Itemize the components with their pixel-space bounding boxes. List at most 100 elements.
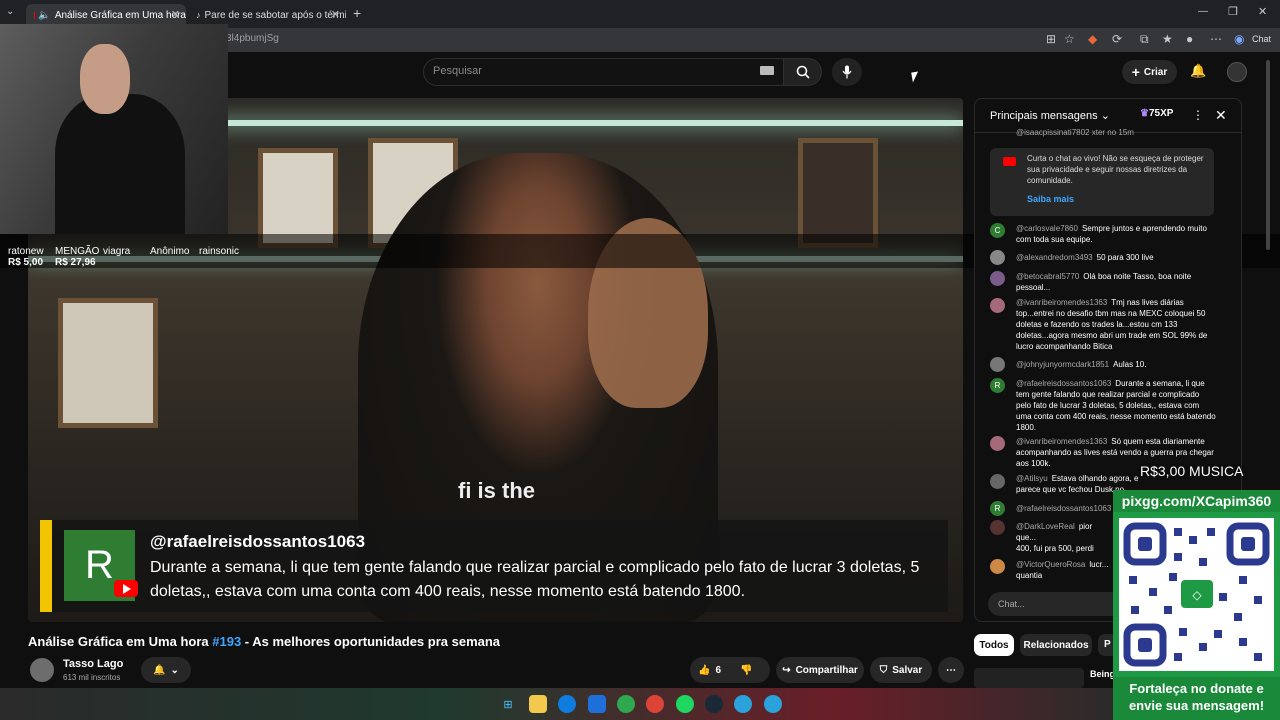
chat-message: @rafaelreisdossantos1063 Durante a semana… [1016, 378, 1216, 433]
chat-username[interactable]: @VictorQueroRosa [1016, 560, 1085, 569]
chat-avatar [990, 298, 1005, 313]
tab-pare-de-se-sabotar[interactable]: ♪ Pare de se sabotar após o términ ✕ [188, 4, 346, 26]
favorites-icon[interactable]: ★ [1162, 32, 1173, 46]
telegram-icon[interactable] [734, 695, 752, 713]
chat-username[interactable]: @ivanribeiromendes1363 [1016, 437, 1107, 446]
save-button[interactable]: ⛉ Salvar [870, 657, 932, 683]
more-icon[interactable]: ⋯ [1210, 32, 1222, 46]
bell-icon[interactable]: 🔔 [1190, 63, 1206, 79]
page-scrollbar[interactable] [1266, 60, 1270, 250]
chat-title: Principais mensagens [990, 110, 1098, 122]
chat-avatar: R [990, 378, 1005, 393]
url-text[interactable]: 3l4pbumjSg [226, 33, 279, 44]
edge-icon[interactable] [558, 695, 576, 713]
mic-icon [842, 65, 852, 79]
restore-icon[interactable]: ❐ [1228, 5, 1238, 18]
chat-username[interactable]: @alexandredom3493 [1016, 253, 1093, 262]
tab-analise[interactable]: 🔈 Análise Gráfica em Uma hora ✕ [26, 4, 186, 26]
xbox-icon[interactable] [617, 695, 635, 713]
chat-avatar [990, 271, 1005, 286]
favorite-star-icon[interactable]: ☆ [1064, 32, 1075, 46]
steam-icon[interactable] [705, 695, 723, 713]
extension-icon[interactable]: ◆ [1088, 32, 1097, 46]
chat-username[interactable]: @betocabral5770 [1016, 272, 1079, 281]
chat-button[interactable]: Chat [1252, 34, 1271, 44]
tab-relacionados[interactable]: Relacionados [1020, 634, 1092, 656]
svg-text:◇: ◇ [1192, 588, 1202, 602]
tab-label: Análise Gráfica em Uma hora [54, 9, 186, 21]
close-tab-icon[interactable]: ✕ [331, 8, 340, 21]
like-icon[interactable]: 👍 [698, 665, 710, 676]
chat-message: @rafaelreisdossantos1063 [1016, 503, 1111, 514]
split-screen-icon[interactable]: ⧉ [1140, 32, 1149, 47]
more-actions-button[interactable]: ⋯ [938, 657, 964, 683]
refresh-extension-icon[interactable]: ⟳ [1112, 32, 1122, 46]
outlook-icon[interactable] [588, 695, 606, 713]
title-hashtag[interactable]: #193 [212, 634, 241, 649]
chat-username[interactable]: @Atilsyu [1016, 474, 1048, 483]
close-tab-icon[interactable]: ✕ [171, 8, 180, 21]
account-avatar[interactable] [1227, 62, 1247, 82]
spotify-icon[interactable] [676, 695, 694, 713]
profile-icon[interactable]: ● [1186, 32, 1193, 46]
ticker-name: ratonew [8, 246, 44, 257]
related-title[interactable]: Being [1090, 669, 1115, 679]
chat-message: @carlosvale7860 Sempre juntos e aprendend… [1016, 223, 1216, 245]
notifications-button[interactable]: 🔔 ⌄ [141, 657, 191, 683]
search-button[interactable] [784, 58, 822, 86]
app-icon[interactable]: ⊞ [1046, 32, 1056, 46]
copilot-icon[interactable]: ◉ [1234, 32, 1244, 46]
youtube-logo-icon [114, 580, 138, 597]
chat-input[interactable]: Chat... [988, 592, 1128, 616]
tab-list-icon[interactable]: ⌄ [6, 6, 14, 17]
chat-username[interactable]: @carlosvale7860 [1016, 224, 1078, 233]
minimize-icon[interactable]: — [1198, 6, 1208, 17]
title-prefix: Análise Gráfica em Uma hora [28, 634, 213, 649]
telegram-icon[interactable] [764, 695, 782, 713]
chat-avatar [990, 520, 1005, 535]
subscriber-count: 613 mil inscritos [63, 673, 121, 682]
chat-mode-selector[interactable]: Principais mensagens ⌄ [990, 109, 1110, 122]
chrome-icon[interactable] [646, 695, 664, 713]
chat-avatar [990, 357, 1005, 372]
chat-username[interactable]: @DarkLoveReal [1016, 522, 1075, 531]
share-button[interactable]: ↪ Compartilhar [776, 657, 864, 683]
chat-avatar [990, 250, 1005, 265]
chat-username[interactable]: @johnyjunyormcdark1851 [1016, 360, 1109, 369]
folder-icon[interactable] [529, 695, 547, 713]
channel-avatar[interactable] [30, 658, 54, 682]
overlay-message: Durante a semana, li que tem gente falan… [150, 559, 920, 600]
chat-text: Aulas 10. [1113, 360, 1147, 369]
webcam-person-head [80, 44, 130, 114]
related-thumbnail[interactable] [974, 668, 1084, 688]
learn-more-link[interactable]: Saiba mais [1027, 194, 1074, 204]
tab-more[interactable]: P [1098, 634, 1114, 656]
ticker-name: rainsonic [199, 246, 240, 257]
chat-text: lucr... [1089, 560, 1109, 569]
xp-badge[interactable]: ♛75XP [1140, 108, 1173, 119]
voice-search-button[interactable] [832, 58, 862, 86]
chevron-down-icon: ⌄ [170, 664, 179, 676]
share-icon: ↪ [782, 664, 791, 676]
chat-username[interactable]: @ivanribeiromendes1363 [1016, 298, 1107, 307]
tab-todos[interactable]: Todos [974, 634, 1014, 656]
speaker-icon: 🔈 [38, 9, 51, 21]
chat-more-icon[interactable]: ⋮ [1192, 108, 1204, 122]
more-icon: ⋯ [946, 664, 956, 676]
keyboard-icon[interactable] [760, 66, 774, 75]
like-dislike-group: 👍 6 👎 [690, 657, 770, 683]
webcam-person-body [55, 94, 185, 234]
chat-text: 400, fui pra 500, perdi pra... É muita d… [1016, 544, 1094, 553]
windows-icon[interactable]: ⊞ [499, 695, 517, 713]
close-chat-icon[interactable]: ✕ [1215, 107, 1227, 124]
chat-message-partial: @isaacpissinati7802 xter no 15m [1016, 128, 1134, 137]
xp-value: 75XP [1148, 108, 1174, 119]
channel-name[interactable]: Tasso Lago [63, 658, 123, 670]
new-tab-icon[interactable]: + [353, 5, 361, 21]
dislike-icon[interactable]: 👎 [740, 665, 752, 676]
close-window-icon[interactable]: ✕ [1258, 5, 1267, 18]
chat-username[interactable]: @rafaelreisdossantos1063 [1016, 504, 1111, 513]
chat-username[interactable]: @rafaelreisdossantos1063 [1016, 379, 1111, 388]
create-button[interactable]: + Criar [1122, 60, 1177, 84]
bookmark-icon: ⛉ [879, 664, 888, 676]
